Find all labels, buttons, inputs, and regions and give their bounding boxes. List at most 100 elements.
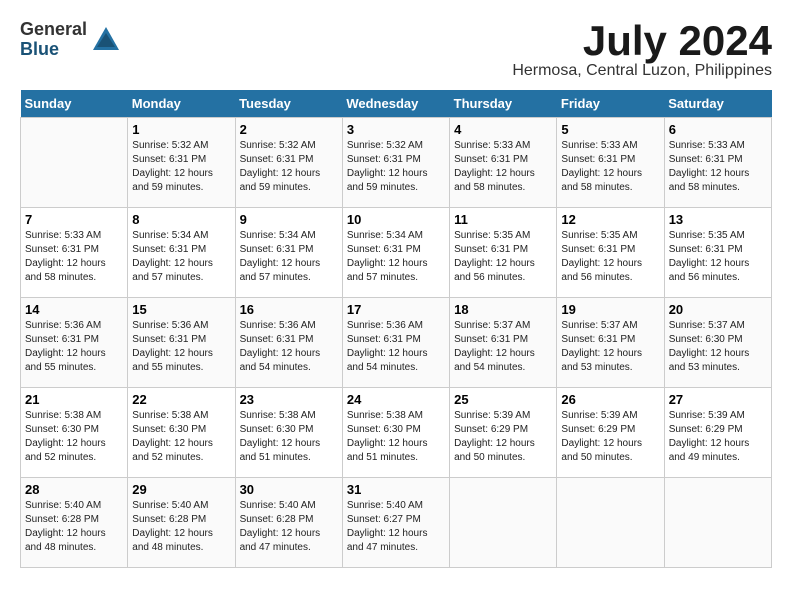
header-sunday: Sunday	[21, 90, 128, 118]
day-number: 12	[561, 212, 659, 227]
day-number: 7	[25, 212, 123, 227]
day-number: 5	[561, 122, 659, 137]
day-number: 28	[25, 482, 123, 497]
day-info: Sunrise: 5:37 AM Sunset: 6:30 PM Dayligh…	[669, 319, 767, 375]
day-number: 14	[25, 302, 123, 317]
day-info: Sunrise: 5:36 AM Sunset: 6:31 PM Dayligh…	[240, 319, 338, 375]
day-cell: 25 Sunrise: 5:39 AM Sunset: 6:29 PM Dayl…	[450, 388, 557, 478]
day-cell: 12 Sunrise: 5:35 AM Sunset: 6:31 PM Dayl…	[557, 208, 664, 298]
day-info: Sunrise: 5:38 AM Sunset: 6:30 PM Dayligh…	[25, 409, 123, 465]
day-number: 31	[347, 482, 445, 497]
day-info: Sunrise: 5:37 AM Sunset: 6:31 PM Dayligh…	[561, 319, 659, 375]
day-info: Sunrise: 5:33 AM Sunset: 6:31 PM Dayligh…	[454, 139, 552, 195]
day-number: 25	[454, 392, 552, 407]
day-cell: 21 Sunrise: 5:38 AM Sunset: 6:30 PM Dayl…	[21, 388, 128, 478]
day-info: Sunrise: 5:32 AM Sunset: 6:31 PM Dayligh…	[132, 139, 230, 195]
day-cell: 24 Sunrise: 5:38 AM Sunset: 6:30 PM Dayl…	[342, 388, 449, 478]
day-info: Sunrise: 5:38 AM Sunset: 6:30 PM Dayligh…	[240, 409, 338, 465]
day-cell: 3 Sunrise: 5:32 AM Sunset: 6:31 PM Dayli…	[342, 118, 449, 208]
day-number: 13	[669, 212, 767, 227]
day-info: Sunrise: 5:36 AM Sunset: 6:31 PM Dayligh…	[132, 319, 230, 375]
logo-icon	[91, 25, 121, 55]
day-cell: 8 Sunrise: 5:34 AM Sunset: 6:31 PM Dayli…	[128, 208, 235, 298]
day-number: 27	[669, 392, 767, 407]
day-number: 6	[669, 122, 767, 137]
day-cell: 27 Sunrise: 5:39 AM Sunset: 6:29 PM Dayl…	[664, 388, 771, 478]
day-cell: 29 Sunrise: 5:40 AM Sunset: 6:28 PM Dayl…	[128, 478, 235, 568]
day-cell: 22 Sunrise: 5:38 AM Sunset: 6:30 PM Dayl…	[128, 388, 235, 478]
day-cell	[557, 478, 664, 568]
title-section: July 2024 Hermosa, Central Luzon, Philip…	[512, 20, 772, 80]
header-row: Sunday Monday Tuesday Wednesday Thursday…	[21, 90, 772, 118]
week-row-1: 7 Sunrise: 5:33 AM Sunset: 6:31 PM Dayli…	[21, 208, 772, 298]
day-cell: 4 Sunrise: 5:33 AM Sunset: 6:31 PM Dayli…	[450, 118, 557, 208]
day-info: Sunrise: 5:39 AM Sunset: 6:29 PM Dayligh…	[669, 409, 767, 465]
day-cell: 9 Sunrise: 5:34 AM Sunset: 6:31 PM Dayli…	[235, 208, 342, 298]
day-info: Sunrise: 5:36 AM Sunset: 6:31 PM Dayligh…	[25, 319, 123, 375]
logo-general: General	[20, 20, 87, 40]
logo-blue: Blue	[20, 40, 87, 60]
day-info: Sunrise: 5:40 AM Sunset: 6:28 PM Dayligh…	[25, 499, 123, 555]
day-number: 2	[240, 122, 338, 137]
day-info: Sunrise: 5:39 AM Sunset: 6:29 PM Dayligh…	[454, 409, 552, 465]
header-monday: Monday	[128, 90, 235, 118]
header-tuesday: Tuesday	[235, 90, 342, 118]
week-row-2: 14 Sunrise: 5:36 AM Sunset: 6:31 PM Dayl…	[21, 298, 772, 388]
day-number: 11	[454, 212, 552, 227]
month-title: July 2024	[512, 20, 772, 62]
day-number: 17	[347, 302, 445, 317]
day-info: Sunrise: 5:32 AM Sunset: 6:31 PM Dayligh…	[240, 139, 338, 195]
day-number: 1	[132, 122, 230, 137]
day-info: Sunrise: 5:40 AM Sunset: 6:28 PM Dayligh…	[132, 499, 230, 555]
location-title: Hermosa, Central Luzon, Philippines	[512, 62, 772, 80]
day-cell: 30 Sunrise: 5:40 AM Sunset: 6:28 PM Dayl…	[235, 478, 342, 568]
day-cell: 10 Sunrise: 5:34 AM Sunset: 6:31 PM Dayl…	[342, 208, 449, 298]
day-cell: 6 Sunrise: 5:33 AM Sunset: 6:31 PM Dayli…	[664, 118, 771, 208]
day-cell: 14 Sunrise: 5:36 AM Sunset: 6:31 PM Dayl…	[21, 298, 128, 388]
day-cell: 1 Sunrise: 5:32 AM Sunset: 6:31 PM Dayli…	[128, 118, 235, 208]
page-header: General Blue July 2024 Hermosa, Central …	[20, 20, 772, 80]
day-number: 23	[240, 392, 338, 407]
day-number: 15	[132, 302, 230, 317]
day-info: Sunrise: 5:39 AM Sunset: 6:29 PM Dayligh…	[561, 409, 659, 465]
header-saturday: Saturday	[664, 90, 771, 118]
day-number: 9	[240, 212, 338, 227]
day-cell	[21, 118, 128, 208]
day-info: Sunrise: 5:32 AM Sunset: 6:31 PM Dayligh…	[347, 139, 445, 195]
day-cell: 15 Sunrise: 5:36 AM Sunset: 6:31 PM Dayl…	[128, 298, 235, 388]
day-number: 16	[240, 302, 338, 317]
day-cell: 19 Sunrise: 5:37 AM Sunset: 6:31 PM Dayl…	[557, 298, 664, 388]
day-info: Sunrise: 5:34 AM Sunset: 6:31 PM Dayligh…	[240, 229, 338, 285]
day-number: 21	[25, 392, 123, 407]
day-info: Sunrise: 5:34 AM Sunset: 6:31 PM Dayligh…	[132, 229, 230, 285]
day-info: Sunrise: 5:40 AM Sunset: 6:28 PM Dayligh…	[240, 499, 338, 555]
header-friday: Friday	[557, 90, 664, 118]
day-number: 10	[347, 212, 445, 227]
day-number: 29	[132, 482, 230, 497]
logo: General Blue	[20, 20, 121, 60]
day-cell: 17 Sunrise: 5:36 AM Sunset: 6:31 PM Dayl…	[342, 298, 449, 388]
day-cell: 11 Sunrise: 5:35 AM Sunset: 6:31 PM Dayl…	[450, 208, 557, 298]
header-wednesday: Wednesday	[342, 90, 449, 118]
day-number: 8	[132, 212, 230, 227]
day-info: Sunrise: 5:38 AM Sunset: 6:30 PM Dayligh…	[347, 409, 445, 465]
day-cell: 20 Sunrise: 5:37 AM Sunset: 6:30 PM Dayl…	[664, 298, 771, 388]
day-cell	[664, 478, 771, 568]
day-info: Sunrise: 5:33 AM Sunset: 6:31 PM Dayligh…	[669, 139, 767, 195]
day-number: 3	[347, 122, 445, 137]
day-cell	[450, 478, 557, 568]
day-number: 20	[669, 302, 767, 317]
day-number: 19	[561, 302, 659, 317]
day-info: Sunrise: 5:35 AM Sunset: 6:31 PM Dayligh…	[454, 229, 552, 285]
day-info: Sunrise: 5:36 AM Sunset: 6:31 PM Dayligh…	[347, 319, 445, 375]
day-info: Sunrise: 5:34 AM Sunset: 6:31 PM Dayligh…	[347, 229, 445, 285]
day-cell: 28 Sunrise: 5:40 AM Sunset: 6:28 PM Dayl…	[21, 478, 128, 568]
day-cell: 16 Sunrise: 5:36 AM Sunset: 6:31 PM Dayl…	[235, 298, 342, 388]
day-number: 22	[132, 392, 230, 407]
day-cell: 5 Sunrise: 5:33 AM Sunset: 6:31 PM Dayli…	[557, 118, 664, 208]
day-cell: 31 Sunrise: 5:40 AM Sunset: 6:27 PM Dayl…	[342, 478, 449, 568]
day-info: Sunrise: 5:38 AM Sunset: 6:30 PM Dayligh…	[132, 409, 230, 465]
day-info: Sunrise: 5:33 AM Sunset: 6:31 PM Dayligh…	[25, 229, 123, 285]
day-cell: 13 Sunrise: 5:35 AM Sunset: 6:31 PM Dayl…	[664, 208, 771, 298]
day-info: Sunrise: 5:40 AM Sunset: 6:27 PM Dayligh…	[347, 499, 445, 555]
